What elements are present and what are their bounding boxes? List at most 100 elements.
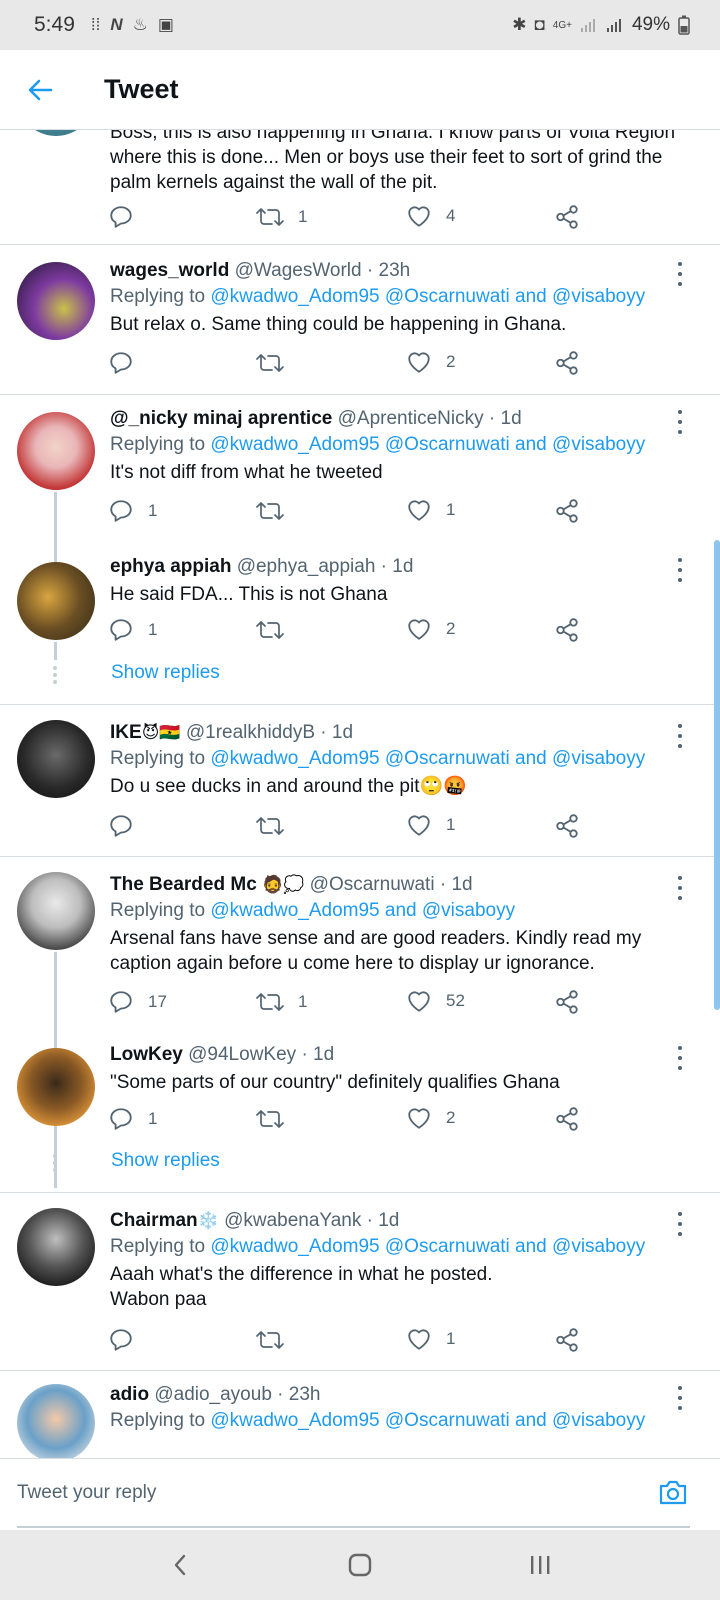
tweet[interactable]: adio @adio_ayoub · 23h Replying to @kwad…	[110, 1382, 684, 1434]
share-button[interactable]	[554, 989, 580, 1015]
tweet-author-handle[interactable]: @AprenticeNicky	[338, 408, 484, 429]
scrollbar-thumb[interactable]	[714, 540, 720, 1010]
like-button[interactable]: 4	[406, 204, 455, 228]
avatar[interactable]	[17, 412, 95, 490]
tweet[interactable]: Chairman❄️ @kwabenaYank · 1d Replying to…	[110, 1208, 684, 1312]
more-options-button[interactable]	[670, 262, 690, 286]
share-button[interactable]	[554, 350, 580, 376]
tweet[interactable]: LowKey @94LowKey · 1d "Some parts of our…	[110, 1042, 684, 1095]
like-button[interactable]: 2	[406, 350, 455, 374]
more-options-button[interactable]	[670, 1046, 690, 1070]
retweet-button[interactable]: 1	[256, 989, 307, 1015]
like-button[interactable]: 1	[406, 813, 455, 837]
tweet-author-handle[interactable]: @94LowKey	[188, 1044, 296, 1065]
avatar[interactable]	[17, 130, 95, 136]
network-type-label: 4G+	[552, 19, 572, 31]
tweet-author-name[interactable]: Chairman	[110, 1210, 198, 1231]
tweet-author-handle[interactable]: @adio_ayoub	[154, 1384, 272, 1405]
tweet-author-name[interactable]: wages_world	[110, 260, 229, 281]
more-options-button[interactable]	[670, 558, 690, 582]
tweet-author-name[interactable]: adio	[110, 1384, 149, 1405]
show-replies-link[interactable]: Show replies	[111, 662, 220, 684]
tweet-author-handle[interactable]: @kwabenaYank	[224, 1210, 361, 1231]
tweet-author-handle[interactable]: @1realkhiddyB	[186, 722, 315, 743]
more-options-button[interactable]	[670, 1386, 690, 1410]
retweet-button[interactable]: 1	[256, 204, 307, 230]
avatar[interactable]	[17, 1048, 95, 1126]
reply-feed[interactable]: Boss, this is also happening in Ghana. I…	[0, 130, 720, 1458]
avatar[interactable]	[17, 1384, 95, 1458]
replying-to-links[interactable]: @kwadwo_Adom95 @Oscarnuwati and @visaboy…	[210, 1410, 645, 1431]
more-options-button[interactable]	[670, 410, 690, 434]
tweet-actions: 17 1 52	[108, 989, 608, 1019]
reply-button[interactable]	[108, 204, 134, 230]
reply-button[interactable]	[108, 813, 148, 839]
replying-to-links[interactable]: @kwadwo_Adom95 @Oscarnuwati and @visaboy…	[210, 1236, 645, 1257]
like-button[interactable]: 2	[406, 617, 455, 641]
replying-to: Replying to @kwadwo_Adom95 @Oscarnuwati …	[110, 748, 646, 769]
tweet-author-name[interactable]: @_nicky minaj aprentice	[110, 408, 332, 429]
show-replies-link[interactable]: Show replies	[111, 1150, 220, 1172]
reply-button[interactable]: 1	[108, 617, 157, 643]
reply-button[interactable]: 17	[108, 989, 167, 1015]
like-button[interactable]: 1	[406, 1327, 455, 1351]
tweet-author-name[interactable]: The Bearded Mc	[110, 874, 257, 895]
share-button[interactable]	[554, 1106, 580, 1132]
avatar[interactable]	[17, 562, 95, 640]
share-button[interactable]	[554, 204, 580, 230]
tweet[interactable]: The Bearded Mc 🧔💭 @Oscarnuwati · 1d Repl…	[110, 872, 684, 976]
avatar[interactable]	[17, 1208, 95, 1286]
replying-to-links[interactable]: @kwadwo_Adom95 and @visaboyy	[210, 900, 515, 921]
share-button[interactable]	[554, 1327, 580, 1353]
reply-icon	[110, 1108, 132, 1130]
battery-percent: 49%	[631, 14, 670, 35]
more-options-button[interactable]	[670, 876, 690, 900]
share-button[interactable]	[554, 498, 580, 524]
like-button[interactable]: 1	[406, 498, 455, 522]
back-button[interactable]	[0, 50, 80, 130]
retweet-button[interactable]	[256, 1106, 298, 1132]
more-options-button[interactable]	[670, 724, 690, 748]
reply-input[interactable]	[17, 1459, 637, 1527]
tweet[interactable]: @_nicky minaj aprentice @AprenticeNicky …	[110, 406, 684, 485]
like-button[interactable]: 52	[406, 989, 465, 1013]
camera-icon	[659, 1480, 687, 1505]
tweet-author-name[interactable]: LowKey	[110, 1044, 183, 1065]
page-title: Tweet	[104, 74, 179, 104]
like-button[interactable]: 2	[406, 1106, 455, 1130]
retweet-button[interactable]	[256, 617, 298, 643]
avatar[interactable]	[17, 872, 95, 950]
tweet-author-handle[interactable]: @Oscarnuwati	[310, 874, 435, 895]
retweet-button[interactable]	[256, 498, 298, 524]
avatar[interactable]	[17, 262, 95, 340]
nav-home-button[interactable]	[330, 1540, 390, 1590]
status-time: 5:49	[34, 13, 75, 36]
share-button[interactable]	[554, 617, 580, 643]
tweet-author-name[interactable]: ephya appiah	[110, 556, 231, 577]
tweet-author-handle[interactable]: @WagesWorld	[235, 260, 362, 281]
reply-button[interactable]: 1	[108, 1106, 157, 1132]
tweet-author-handle[interactable]: @ephya_appiah	[237, 556, 376, 577]
nav-recents-button[interactable]	[510, 1540, 570, 1590]
tweet[interactable]: IKE😈🇬🇭 @1realkhiddyB · 1d Replying to @k…	[110, 720, 684, 799]
avatar[interactable]	[17, 720, 95, 798]
retweet-button[interactable]	[256, 350, 298, 376]
share-button[interactable]	[554, 813, 580, 839]
reply-button[interactable]	[108, 350, 148, 376]
tweet[interactable]: wages_world @WagesWorld · 23h Replying t…	[110, 258, 684, 337]
replying-to-links[interactable]: @kwadwo_Adom95 @Oscarnuwati and @visaboy…	[210, 434, 645, 455]
tweet-author-name[interactable]: IKE	[110, 722, 142, 743]
reply-button[interactable]: 1	[108, 498, 157, 524]
more-options-button[interactable]	[670, 1212, 690, 1236]
replying-to-links[interactable]: @kwadwo_Adom95 @Oscarnuwati and @visaboy…	[210, 286, 645, 307]
retweet-button[interactable]	[256, 1327, 298, 1353]
replying-to-links[interactable]: @kwadwo_Adom95 @Oscarnuwati and @visaboy…	[210, 748, 645, 769]
thread-dots	[53, 666, 58, 684]
nav-back-button[interactable]	[150, 1540, 210, 1590]
reply-icon	[110, 500, 132, 522]
camera-button[interactable]	[658, 1478, 688, 1511]
like-count: 2	[446, 352, 456, 371]
reply-button[interactable]	[108, 1327, 148, 1353]
retweet-button[interactable]	[256, 813, 298, 839]
tweet[interactable]: ephya appiah @ephya_appiah · 1d He said …	[110, 554, 684, 607]
